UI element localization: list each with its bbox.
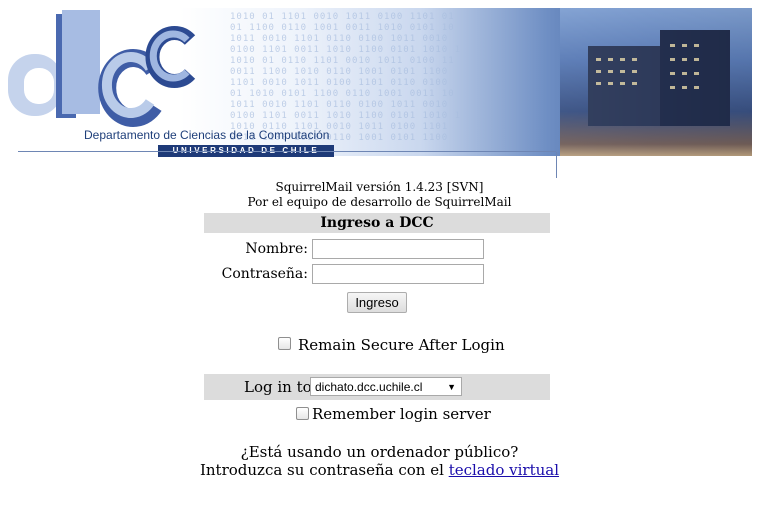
remember-server-label: Remember login server (312, 405, 491, 423)
dropdown-arrow-icon: ▼ (447, 382, 456, 392)
version-info: SquirrelMail versión 1.4.23 [SVN] Por el… (0, 180, 759, 210)
banner-divider (18, 151, 556, 152)
server-selection-bar: Log in to: dichato.dcc.uchile.cl ▼ (204, 374, 550, 400)
department-name: Departamento de Ciencias de la Computaci… (84, 128, 330, 142)
public-computer-hint: Introduzca su contraseña con el teclado … (0, 461, 759, 479)
server-label: Log in to: (244, 378, 317, 396)
public-computer-question: ¿Está usando un ordenador público? (240, 443, 519, 461)
building-photo (560, 8, 752, 156)
server-selected-value: dichato.dcc.uchile.cl (315, 380, 423, 394)
virtual-keyboard-link[interactable]: teclado virtual (449, 461, 559, 479)
header-banner: 1010 01 1101 0010 1011 0100 1101 01 01 1… (0, 0, 759, 180)
login-title: Ingreso a DCC (204, 213, 550, 233)
banner-divider-vertical (556, 152, 557, 178)
remember-server-checkbox[interactable] (296, 407, 309, 420)
password-label: Contraseña: (221, 266, 308, 282)
password-input[interactable] (312, 264, 484, 284)
username-input[interactable] (312, 239, 484, 259)
remain-secure-checkbox[interactable] (278, 337, 291, 350)
username-label: Nombre: (245, 241, 308, 257)
version-line: SquirrelMail versión 1.4.23 [SVN] (275, 180, 484, 194)
team-line: Por el equipo de desarrollo de SquirrelM… (247, 195, 512, 209)
server-select[interactable]: dichato.dcc.uchile.cl ▼ (310, 377, 462, 396)
remain-secure-label: Remain Secure After Login (298, 336, 505, 354)
login-button[interactable]: Ingreso (347, 292, 407, 313)
hint-text: Introduzca su contraseña con el (199, 461, 444, 479)
dcc-logo (8, 10, 196, 127)
